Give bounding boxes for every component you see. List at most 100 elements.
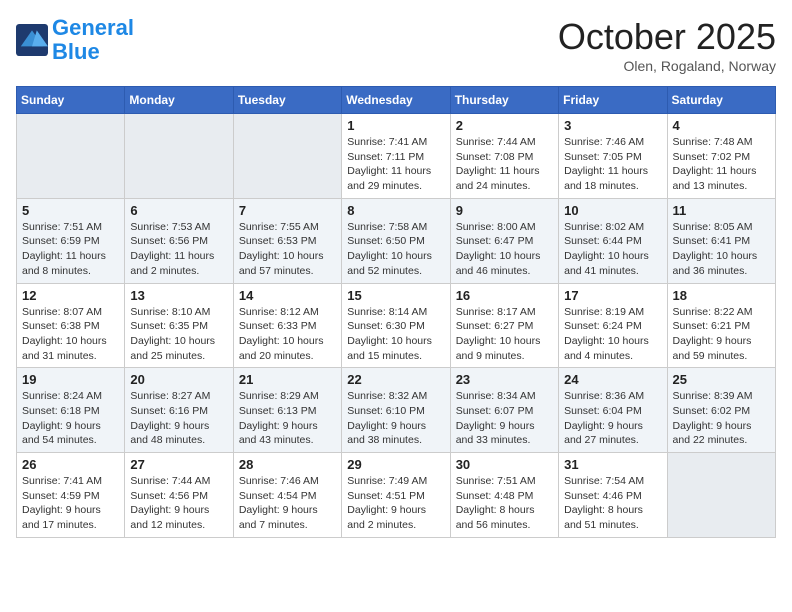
day-info: Sunrise: 8:19 AM Sunset: 6:24 PM Dayligh… bbox=[564, 305, 661, 364]
day-info: Sunrise: 8:00 AM Sunset: 6:47 PM Dayligh… bbox=[456, 220, 553, 279]
day-info: Sunrise: 7:44 AM Sunset: 4:56 PM Dayligh… bbox=[130, 474, 227, 533]
day-info: Sunrise: 8:39 AM Sunset: 6:02 PM Dayligh… bbox=[673, 389, 770, 448]
day-number: 22 bbox=[347, 372, 444, 387]
calendar-cell: 30 Sunrise: 7:51 AM Sunset: 4:48 PM Dayli… bbox=[450, 453, 558, 538]
logo-line2: Blue bbox=[52, 39, 100, 64]
days-header-row: SundayMondayTuesdayWednesdayThursdayFrid… bbox=[17, 87, 776, 114]
calendar-cell: 27 Sunrise: 7:44 AM Sunset: 4:56 PM Dayli… bbox=[125, 453, 233, 538]
day-number: 31 bbox=[564, 457, 661, 472]
day-number: 17 bbox=[564, 288, 661, 303]
calendar-cell: 15 Sunrise: 8:14 AM Sunset: 6:30 PM Dayli… bbox=[342, 283, 450, 368]
day-info: Sunrise: 8:07 AM Sunset: 6:38 PM Dayligh… bbox=[22, 305, 119, 364]
day-info: Sunrise: 8:17 AM Sunset: 6:27 PM Dayligh… bbox=[456, 305, 553, 364]
day-info: Sunrise: 8:34 AM Sunset: 6:07 PM Dayligh… bbox=[456, 389, 553, 448]
calendar-cell: 3 Sunrise: 7:46 AM Sunset: 7:05 PM Daylig… bbox=[559, 114, 667, 199]
day-info: Sunrise: 7:51 AM Sunset: 4:48 PM Dayligh… bbox=[456, 474, 553, 533]
logo-line1: General bbox=[52, 15, 134, 40]
calendar-cell: 20 Sunrise: 8:27 AM Sunset: 6:16 PM Dayli… bbox=[125, 368, 233, 453]
day-header-thursday: Thursday bbox=[450, 87, 558, 114]
logo-icon bbox=[16, 24, 48, 56]
day-info: Sunrise: 8:05 AM Sunset: 6:41 PM Dayligh… bbox=[673, 220, 770, 279]
calendar-cell bbox=[125, 114, 233, 199]
day-info: Sunrise: 7:44 AM Sunset: 7:08 PM Dayligh… bbox=[456, 135, 553, 194]
day-number: 10 bbox=[564, 203, 661, 218]
day-number: 4 bbox=[673, 118, 770, 133]
calendar-cell: 4 Sunrise: 7:48 AM Sunset: 7:02 PM Daylig… bbox=[667, 114, 775, 199]
calendar-cell: 12Sunrise: 8:07 AM Sunset: 6:38 PM Dayli… bbox=[17, 283, 125, 368]
calendar-cell: 11 Sunrise: 8:05 AM Sunset: 6:41 PM Dayli… bbox=[667, 198, 775, 283]
day-number: 25 bbox=[673, 372, 770, 387]
day-info: Sunrise: 7:54 AM Sunset: 4:46 PM Dayligh… bbox=[564, 474, 661, 533]
calendar-cell: 14Sunrise: 8:12 AM Sunset: 6:33 PM Dayli… bbox=[233, 283, 341, 368]
day-info: Sunrise: 7:41 AM Sunset: 7:11 PM Dayligh… bbox=[347, 135, 444, 194]
day-number: 1 bbox=[347, 118, 444, 133]
day-info: Sunrise: 8:10 AM Sunset: 6:35 PM Dayligh… bbox=[130, 305, 227, 364]
day-number: 15 bbox=[347, 288, 444, 303]
day-info: Sunrise: 8:32 AM Sunset: 6:10 PM Dayligh… bbox=[347, 389, 444, 448]
calendar-cell: 2 Sunrise: 7:44 AM Sunset: 7:08 PM Daylig… bbox=[450, 114, 558, 199]
calendar-cell: 22 Sunrise: 8:32 AM Sunset: 6:10 PM Dayli… bbox=[342, 368, 450, 453]
calendar-cell: 18Sunrise: 8:22 AM Sunset: 6:21 PM Dayli… bbox=[667, 283, 775, 368]
calendar-cell: 16Sunrise: 8:17 AM Sunset: 6:27 PM Dayli… bbox=[450, 283, 558, 368]
calendar-cell: 23 Sunrise: 8:34 AM Sunset: 6:07 PM Dayli… bbox=[450, 368, 558, 453]
day-info: Sunrise: 7:53 AM Sunset: 6:56 PM Dayligh… bbox=[130, 220, 227, 279]
day-info: Sunrise: 7:58 AM Sunset: 6:50 PM Dayligh… bbox=[347, 220, 444, 279]
month-title: October 2025 bbox=[558, 16, 776, 58]
calendar-table: SundayMondayTuesdayWednesdayThursdayFrid… bbox=[16, 86, 776, 538]
location: Olen, Rogaland, Norway bbox=[558, 58, 776, 74]
day-header-wednesday: Wednesday bbox=[342, 87, 450, 114]
logo: General Blue bbox=[16, 16, 134, 64]
logo-text: General Blue bbox=[52, 16, 134, 64]
calendar-cell: 1 Sunrise: 7:41 AM Sunset: 7:11 PM Daylig… bbox=[342, 114, 450, 199]
day-number: 23 bbox=[456, 372, 553, 387]
day-number: 27 bbox=[130, 457, 227, 472]
day-number: 20 bbox=[130, 372, 227, 387]
day-info: Sunrise: 8:24 AM Sunset: 6:18 PM Dayligh… bbox=[22, 389, 119, 448]
day-info: Sunrise: 7:46 AM Sunset: 7:05 PM Dayligh… bbox=[564, 135, 661, 194]
page-header: General Blue October 2025 Olen, Rogaland… bbox=[16, 16, 776, 74]
day-info: Sunrise: 7:48 AM Sunset: 7:02 PM Dayligh… bbox=[673, 135, 770, 194]
day-info: Sunrise: 7:51 AM Sunset: 6:59 PM Dayligh… bbox=[22, 220, 119, 279]
day-number: 26 bbox=[22, 457, 119, 472]
day-info: Sunrise: 8:14 AM Sunset: 6:30 PM Dayligh… bbox=[347, 305, 444, 364]
calendar-cell bbox=[233, 114, 341, 199]
day-info: Sunrise: 8:29 AM Sunset: 6:13 PM Dayligh… bbox=[239, 389, 336, 448]
calendar-cell bbox=[17, 114, 125, 199]
day-number: 21 bbox=[239, 372, 336, 387]
week-row-1: 1 Sunrise: 7:41 AM Sunset: 7:11 PM Daylig… bbox=[17, 114, 776, 199]
day-number: 24 bbox=[564, 372, 661, 387]
calendar-cell: 24 Sunrise: 8:36 AM Sunset: 6:04 PM Dayli… bbox=[559, 368, 667, 453]
day-number: 6 bbox=[130, 203, 227, 218]
day-info: Sunrise: 7:41 AM Sunset: 4:59 PM Dayligh… bbox=[22, 474, 119, 533]
day-number: 7 bbox=[239, 203, 336, 218]
calendar-cell: 6 Sunrise: 7:53 AM Sunset: 6:56 PM Daylig… bbox=[125, 198, 233, 283]
day-info: Sunrise: 8:27 AM Sunset: 6:16 PM Dayligh… bbox=[130, 389, 227, 448]
day-number: 2 bbox=[456, 118, 553, 133]
day-number: 3 bbox=[564, 118, 661, 133]
day-number: 18 bbox=[673, 288, 770, 303]
week-row-5: 26 Sunrise: 7:41 AM Sunset: 4:59 PM Dayli… bbox=[17, 453, 776, 538]
calendar-cell: 13Sunrise: 8:10 AM Sunset: 6:35 PM Dayli… bbox=[125, 283, 233, 368]
day-header-saturday: Saturday bbox=[667, 87, 775, 114]
calendar-cell bbox=[667, 453, 775, 538]
day-info: Sunrise: 7:55 AM Sunset: 6:53 PM Dayligh… bbox=[239, 220, 336, 279]
day-number: 5 bbox=[22, 203, 119, 218]
day-info: Sunrise: 8:36 AM Sunset: 6:04 PM Dayligh… bbox=[564, 389, 661, 448]
day-number: 30 bbox=[456, 457, 553, 472]
calendar-cell: 25 Sunrise: 8:39 AM Sunset: 6:02 PM Dayli… bbox=[667, 368, 775, 453]
day-number: 28 bbox=[239, 457, 336, 472]
week-row-3: 12Sunrise: 8:07 AM Sunset: 6:38 PM Dayli… bbox=[17, 283, 776, 368]
week-row-2: 5 Sunrise: 7:51 AM Sunset: 6:59 PM Daylig… bbox=[17, 198, 776, 283]
calendar-cell: 19Sunrise: 8:24 AM Sunset: 6:18 PM Dayli… bbox=[17, 368, 125, 453]
day-number: 9 bbox=[456, 203, 553, 218]
week-row-4: 19Sunrise: 8:24 AM Sunset: 6:18 PM Dayli… bbox=[17, 368, 776, 453]
calendar-cell: 5 Sunrise: 7:51 AM Sunset: 6:59 PM Daylig… bbox=[17, 198, 125, 283]
calendar-cell: 7 Sunrise: 7:55 AM Sunset: 6:53 PM Daylig… bbox=[233, 198, 341, 283]
calendar-cell: 26 Sunrise: 7:41 AM Sunset: 4:59 PM Dayli… bbox=[17, 453, 125, 538]
day-header-monday: Monday bbox=[125, 87, 233, 114]
day-info: Sunrise: 7:49 AM Sunset: 4:51 PM Dayligh… bbox=[347, 474, 444, 533]
day-number: 11 bbox=[673, 203, 770, 218]
day-number: 14 bbox=[239, 288, 336, 303]
title-block: October 2025 Olen, Rogaland, Norway bbox=[558, 16, 776, 74]
day-number: 29 bbox=[347, 457, 444, 472]
